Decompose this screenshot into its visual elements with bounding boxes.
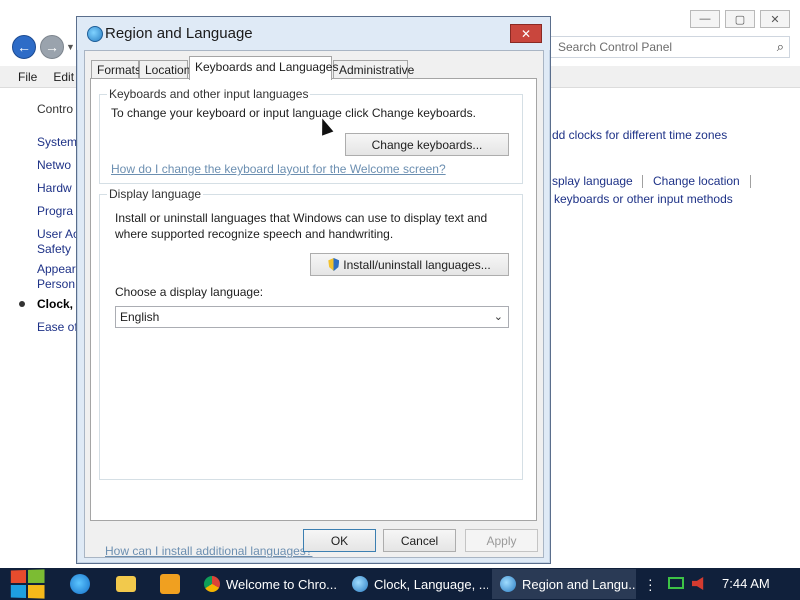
taskbar: Welcome to Chro... Clock, Language, ... … bbox=[0, 568, 800, 600]
tab-keyboards-and-languages[interactable]: Keyboards and Languages bbox=[189, 56, 338, 80]
menu-edit[interactable]: Edit bbox=[53, 70, 74, 84]
uac-shield-icon bbox=[328, 258, 340, 271]
back-arrow-icon[interactable]: ← bbox=[12, 35, 36, 59]
search-icon[interactable]: ⌕ bbox=[777, 39, 784, 55]
file-explorer-icon[interactable] bbox=[116, 576, 136, 592]
install-uninstall-label: Install/uninstall languages... bbox=[343, 257, 491, 272]
region-language-icon bbox=[500, 576, 516, 592]
keyboards-group-label: Keyboards and other input languages bbox=[107, 87, 311, 101]
keyboards-description: To change your keyboard or input languag… bbox=[111, 106, 476, 120]
sidebar-item-appearance[interactable]: Appear bbox=[37, 262, 76, 276]
search-placeholder: Search Control Panel bbox=[558, 40, 673, 54]
sidebar-item-user-accounts[interactable]: User Ac bbox=[37, 227, 79, 241]
tray-overflow-icon[interactable]: · · · bbox=[648, 572, 653, 596]
sidebar-item-clock[interactable]: Clock, bbox=[37, 297, 73, 311]
link-separator bbox=[750, 175, 751, 188]
ok-button[interactable]: OK bbox=[303, 529, 376, 552]
link-separator bbox=[642, 175, 643, 188]
search-input[interactable]: Search Control Panel ⌕ bbox=[550, 36, 790, 58]
dialog-title: Region and Language bbox=[105, 25, 253, 42]
display-language-group: Display language Install or uninstall la… bbox=[99, 187, 523, 480]
dialog-close-button[interactable]: ✕ bbox=[510, 24, 542, 43]
dialog-client-area: Formats Location Keyboards and Languages… bbox=[84, 50, 544, 558]
display-language-description-line1: Install or uninstall languages that Wind… bbox=[115, 211, 488, 225]
media-player-icon[interactable] bbox=[160, 574, 180, 594]
keyboards-languages-panel: Keyboards and other input languages To c… bbox=[90, 78, 537, 558]
change-location-link[interactable]: Change location bbox=[653, 174, 740, 188]
change-keyboards-button[interactable]: Change keyboards... bbox=[345, 133, 509, 156]
taskbar-item-chrome[interactable]: Welcome to Chro... bbox=[196, 569, 340, 599]
start-button[interactable] bbox=[10, 569, 45, 599]
keyboards-input-methods-link[interactable]: keyboards or other input methods bbox=[554, 192, 733, 206]
sidebar-item-hardware[interactable]: Hardw bbox=[37, 181, 72, 195]
display-language-select[interactable]: English ⌄ bbox=[115, 306, 509, 328]
tab-formats[interactable]: Formats bbox=[91, 60, 141, 79]
dialog-titlebar[interactable]: Region and Language ✕ bbox=[77, 17, 550, 50]
install-additional-languages-link[interactable]: How can I install additional languages? bbox=[105, 544, 312, 558]
display-language-description-line2: where supported recognize speech and han… bbox=[115, 227, 394, 241]
tab-administrative[interactable]: Administrative bbox=[333, 60, 414, 79]
keyboards-group: Keyboards and other input languages To c… bbox=[99, 87, 523, 184]
forward-arrow-icon[interactable]: → bbox=[40, 35, 64, 59]
taskbar-clock[interactable]: 7:44 AM bbox=[722, 576, 770, 591]
taskbar-item-label: Clock, Language, ... bbox=[374, 576, 488, 592]
close-icon: ✕ bbox=[520, 26, 532, 41]
menu-file[interactable]: File bbox=[18, 70, 37, 84]
sidebar-item-programs[interactable]: Progra bbox=[37, 204, 73, 218]
welcome-keyboard-layout-link[interactable]: How do I change the keyboard layout for … bbox=[111, 162, 446, 176]
taskbar-item-clock-language[interactable]: Clock, Language, ... bbox=[344, 569, 488, 599]
install-uninstall-languages-button[interactable]: Install/uninstall languages... bbox=[310, 253, 509, 276]
sidebar-item-network[interactable]: Netwo bbox=[37, 158, 71, 172]
maximize-button[interactable]: ▢ bbox=[725, 10, 755, 28]
chrome-icon bbox=[204, 576, 220, 592]
sidebar-item-personalization[interactable]: Person bbox=[37, 277, 75, 291]
taskbar-item-region-language[interactable]: Region and Langu... bbox=[492, 569, 636, 599]
cancel-button[interactable]: Cancel bbox=[383, 529, 456, 552]
sidebar-item-ease-of-access[interactable]: Ease of bbox=[37, 320, 78, 334]
globe-icon bbox=[87, 26, 103, 42]
display-language-group-label: Display language bbox=[107, 187, 204, 201]
region-language-dialog: Region and Language ✕ Formats Location K… bbox=[76, 16, 551, 564]
tab-location[interactable]: Location bbox=[139, 60, 190, 79]
choose-display-language-label: Choose a display language: bbox=[115, 285, 264, 299]
taskbar-item-label: Welcome to Chro... bbox=[226, 576, 338, 592]
sidebar-item-system[interactable]: System bbox=[37, 135, 77, 149]
history-dropdown-icon[interactable]: ▼ bbox=[66, 42, 75, 52]
taskbar-item-label: Region and Langu... bbox=[522, 576, 636, 592]
apply-button[interactable]: Apply bbox=[465, 529, 538, 552]
display-language-link[interactable]: splay language bbox=[552, 174, 633, 188]
current-item-bullet bbox=[19, 301, 25, 307]
sidebar-item-safety[interactable]: Safety bbox=[37, 242, 71, 256]
windows-logo-icon bbox=[10, 570, 27, 584]
sidebar-header[interactable]: Contro bbox=[37, 102, 73, 116]
internet-explorer-icon[interactable] bbox=[70, 574, 90, 594]
close-button[interactable]: ✕ bbox=[760, 10, 790, 28]
control-panel-icon bbox=[352, 576, 368, 592]
network-monitor-icon[interactable] bbox=[668, 577, 684, 589]
add-clocks-link[interactable]: dd clocks for different time zones bbox=[552, 128, 727, 142]
volume-muted-icon[interactable] bbox=[692, 577, 704, 590]
selected-language: English bbox=[120, 310, 160, 324]
minimize-button[interactable]: — bbox=[690, 10, 720, 28]
chevron-down-icon: ⌄ bbox=[493, 311, 503, 323]
